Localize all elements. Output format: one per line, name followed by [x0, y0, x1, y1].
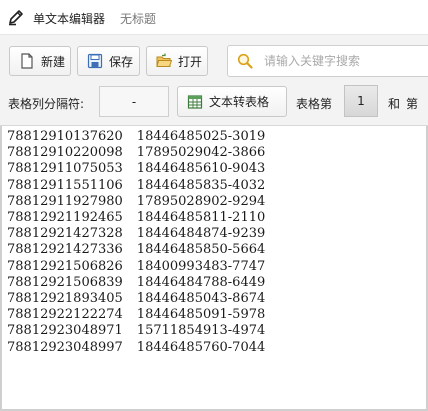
line-phone: 18446485850-5664 — [136, 242, 266, 258]
line-phone: 18446485835-4032 — [136, 177, 266, 193]
separator-input[interactable] — [99, 86, 169, 117]
line-id: 78812923048971 — [7, 323, 123, 339]
line-id: 78812922122274 — [7, 307, 123, 323]
new-button[interactable]: 新建 — [9, 46, 71, 76]
new-button-label: 新建 — [41, 54, 66, 69]
line-id: 78812921506839 — [7, 274, 123, 290]
search-input[interactable] — [264, 54, 414, 68]
text-editor[interactable]: 78812910137620 18446485025-3019 7881291022… — [0, 126, 428, 411]
open-button-label: 打开 — [178, 54, 203, 69]
line-phone: 18446484788-6449 — [136, 274, 266, 290]
line-phone: 18446485025-3019 — [136, 129, 266, 144]
text-to-table-label: 文本转表格 — [209, 95, 270, 109]
table-index-field[interactable]: 1 — [344, 85, 378, 117]
text-line: 78812921427328 18446484874-9239 — [7, 226, 426, 242]
line-id: 78812911075053 — [7, 161, 123, 177]
line-id: 78812921427328 — [7, 226, 123, 242]
text-line: 78812921506826 18400993483-7747 — [7, 259, 426, 275]
line-id: 78812921893405 — [7, 291, 123, 307]
line-id: 78812921192465 — [7, 210, 123, 226]
ordinal-label: 第 — [406, 97, 419, 111]
table-convert-icon — [187, 94, 203, 109]
save-button[interactable]: 保存 — [77, 46, 140, 76]
line-phone: 18400993483-7747 — [136, 258, 266, 274]
line-phone: 18446485043-8674 — [136, 291, 266, 307]
folder-open-icon — [156, 53, 173, 67]
text-line: 78812921427336 18446485850-5664 — [7, 242, 426, 258]
text-line: 78812921893405 18446485043-8674 — [7, 291, 426, 307]
line-id: 78812921506826 — [7, 258, 123, 274]
text-line: 78812911075053 18446485610-9043 — [7, 161, 426, 177]
document-icon — [21, 53, 33, 69]
line-id: 78812910137620 — [7, 129, 123, 144]
line-id: 78812911551106 — [7, 177, 123, 193]
pencil-edit-icon — [9, 10, 23, 26]
document-title: 无标题 — [120, 12, 157, 26]
text-to-table-button[interactable]: 文本转表格 — [177, 86, 287, 117]
line-phone: 18446485760-7044 — [136, 339, 266, 355]
line-phone: 18446484874-9239 — [136, 226, 266, 242]
and-label: 和 — [388, 97, 401, 111]
separator-label: 表格列分隔符: — [8, 97, 85, 111]
line-phone: 18446485610-9043 — [136, 161, 266, 177]
line-id: 78812921427336 — [7, 242, 123, 258]
save-icon — [87, 53, 103, 69]
line-phone: 18446485811-2110 — [136, 210, 266, 226]
text-line: 78812911551106 18446485835-4032 — [7, 178, 426, 194]
toolbar: 新建 保存 打开 表格列分隔符: 文本转表格 表格第 — [0, 34, 428, 126]
title-bar: 单文本编辑器 无标题 — [0, 0, 428, 34]
line-phone: 15711854913-4974 — [136, 323, 266, 339]
open-button[interactable]: 打开 — [146, 46, 208, 76]
line-id: 78812910220098 — [7, 145, 123, 161]
text-line: 78812921192465 18446485811-2110 — [7, 210, 426, 226]
line-id: 78812911927980 — [7, 193, 123, 209]
text-line: 78812910220098 17895029042-3866 — [7, 145, 426, 161]
line-id: 78812923048997 — [7, 339, 123, 355]
line-phone: 17895028902-9294 — [136, 193, 266, 209]
save-button-label: 保存 — [109, 54, 134, 69]
text-line: 78812922122274 18446485091-5978 — [7, 307, 426, 323]
text-line: 78812911927980 17895028902-9294 — [7, 194, 426, 210]
app-title: 单文本编辑器 — [33, 12, 106, 26]
magnifier-icon — [237, 53, 253, 69]
line-phone: 17895029042-3866 — [136, 145, 266, 161]
text-line: 78812921506839 18446484788-6449 — [7, 275, 426, 291]
text-line: 78812910137620 18446485025-3019 — [7, 129, 426, 145]
text-line: 78812923048971 15711854913-4974 — [7, 323, 426, 339]
text-line: 78812923048997 18446485760-7044 — [7, 340, 426, 356]
line-phone: 18446485091-5978 — [136, 307, 266, 323]
table-index-label: 表格第 — [296, 97, 333, 111]
search-box[interactable] — [227, 45, 428, 77]
